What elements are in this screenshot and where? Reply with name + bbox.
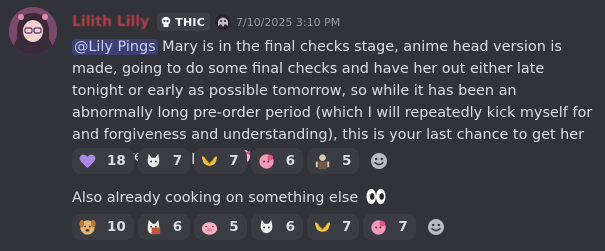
reaction-count: 18 xyxy=(107,153,126,169)
reaction-white-cat[interactable]: 6 xyxy=(250,214,304,240)
reaction-pink-pig[interactable]: 5 xyxy=(194,214,247,240)
add-reaction-button[interactable] xyxy=(420,214,452,240)
message-group: Lilith Lilly THIC 7/10/2025 3:10 PM @Lil… xyxy=(0,0,605,251)
username[interactable]: Lilith Lilly xyxy=(72,14,149,30)
reaction-pink-character[interactable]: 7 xyxy=(363,214,416,240)
reaction-count: 6 xyxy=(285,219,296,235)
user-mention[interactable]: @Lily Pings xyxy=(72,39,158,55)
message-header: Lilith Lilly THIC 7/10/2025 3:10 PM xyxy=(72,11,340,33)
pink-pig-emoji xyxy=(202,221,218,235)
reaction-purple-heart[interactable]: 18 xyxy=(72,148,134,174)
reaction-count: 7 xyxy=(229,153,239,169)
reaction-count: 5 xyxy=(342,153,352,169)
skull-icon xyxy=(161,16,171,27)
dog-face-emoji xyxy=(79,219,96,235)
timestamp[interactable]: 7/10/2025 3:10 PM xyxy=(236,16,340,29)
smiley-add-icon xyxy=(427,219,444,235)
reaction-count: 7 xyxy=(398,219,408,235)
heart-hands-emoji xyxy=(202,155,218,166)
reaction-count: 7 xyxy=(172,153,183,169)
heart-hands-emoji xyxy=(314,221,331,232)
add-reaction-button[interactable] xyxy=(363,148,395,174)
smiley-add-icon xyxy=(371,153,388,169)
avatar-image xyxy=(9,7,57,55)
role-badge-icon xyxy=(214,14,231,30)
white-cat-emoji xyxy=(147,153,160,167)
reaction-figure[interactable]: 5 xyxy=(307,148,360,174)
purple-heart-icon xyxy=(79,154,96,168)
reaction-pink-character[interactable]: 6 xyxy=(250,148,304,174)
reaction-heart-hands[interactable]: 7 xyxy=(307,214,360,240)
message-text: Mary is in the final checks stage, anime… xyxy=(72,39,593,165)
server-tag-label: THIC xyxy=(175,15,205,29)
figure-emoji xyxy=(315,153,330,169)
reaction-dog-face[interactable]: 10 xyxy=(72,214,134,240)
reaction-count: 10 xyxy=(107,219,126,235)
followup-message: Also already cooking on something else xyxy=(72,187,387,209)
reactions-bar-followup: 10 6 5 6 7 7 xyxy=(72,214,452,240)
reaction-heart-hands[interactable]: 7 xyxy=(194,148,247,174)
followup-text: Also already cooking on something else xyxy=(72,190,359,206)
reactions-bar: 18 7 7 6 5 xyxy=(72,148,395,174)
reaction-count: 7 xyxy=(342,219,352,235)
reaction-count: 6 xyxy=(285,153,296,169)
cat-character-emoji xyxy=(147,219,160,234)
white-cat-emoji xyxy=(260,219,272,233)
reaction-count: 5 xyxy=(229,219,239,235)
server-tag[interactable]: THIC xyxy=(157,13,210,31)
pink-character-emoji xyxy=(371,219,387,235)
eyes-emoji xyxy=(366,188,386,205)
reaction-count: 6 xyxy=(172,219,183,235)
pink-character-emoji xyxy=(258,153,274,169)
reaction-white-cat[interactable]: 7 xyxy=(137,148,191,174)
avatar[interactable] xyxy=(9,7,57,55)
reaction-cat-character[interactable]: 6 xyxy=(137,214,191,240)
